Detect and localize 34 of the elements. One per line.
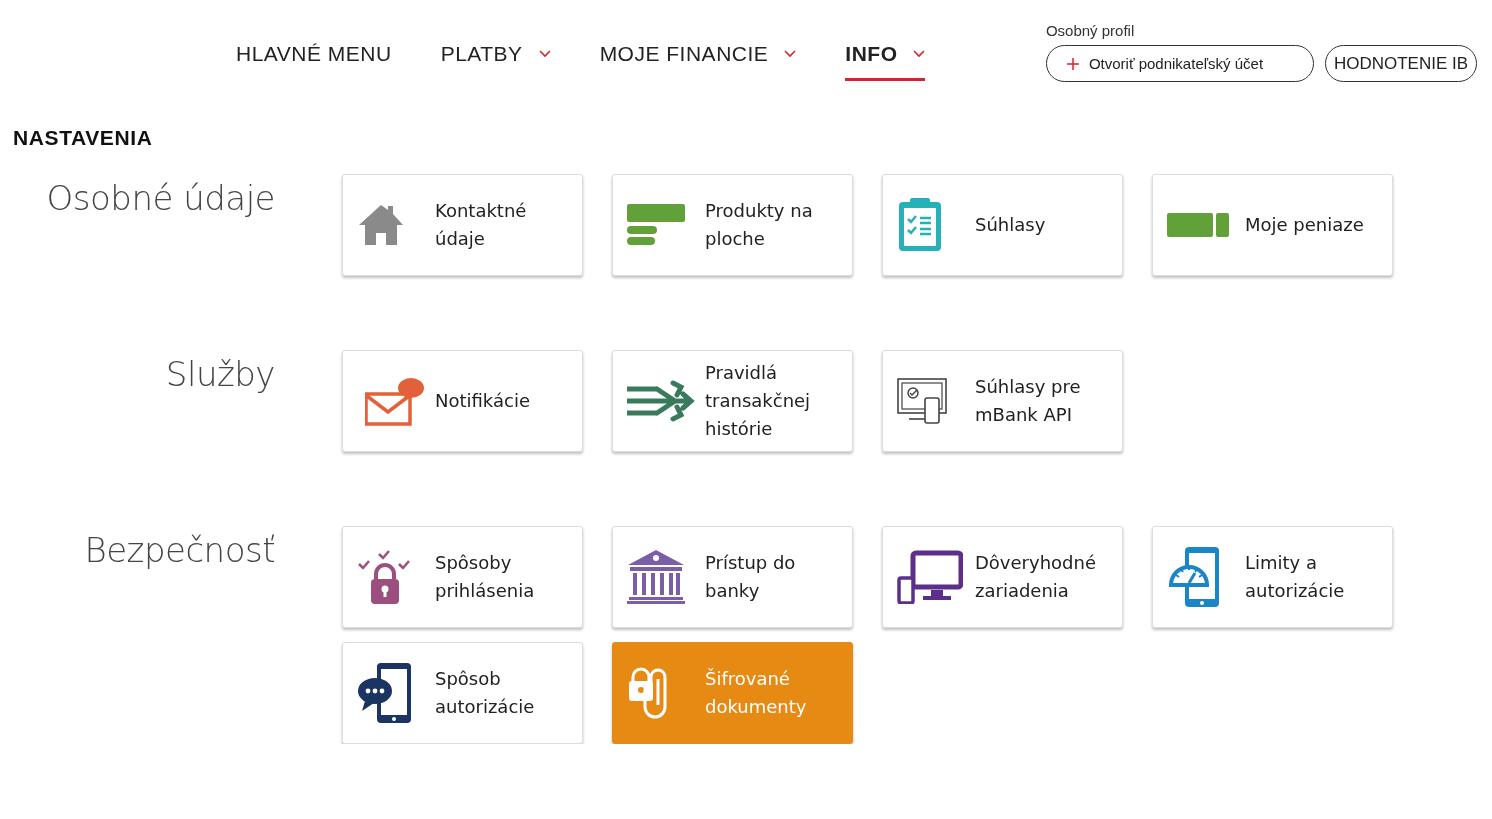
settings-tile[interactable]: Dôveryhodné zariadenia [882, 526, 1123, 628]
settings-tile[interactable]: Spôsoby prihlásenia [342, 526, 583, 628]
section-title: Služby [164, 354, 275, 394]
settings-tile[interactable]: Spôsob autorizácie [342, 642, 583, 744]
section-title: Osobné údaje [45, 178, 275, 218]
nav-tab[interactable]: HLAVNÉ MENU [236, 42, 392, 81]
bars-icon [627, 204, 685, 246]
phone-chat-bubble-icon [357, 661, 413, 725]
nav-tab[interactable]: PLATBY [440, 42, 551, 81]
money-icon [1167, 213, 1229, 237]
section-title: Bezpečnosť [83, 530, 275, 570]
envelope-speech-bubble-icon [365, 376, 425, 426]
settings-tile[interactable]: Prístup do banky [612, 526, 853, 628]
profile-label: Osobný profil [1045, 22, 1136, 39]
settings-tile[interactable]: Produkty na ploche [612, 174, 853, 276]
house-icon [357, 203, 405, 247]
settings-tile[interactable]: Moje peniaze [1152, 174, 1393, 276]
settings-tile[interactable]: Súhlasy [882, 174, 1123, 276]
devices-icon [897, 378, 949, 424]
settings-tile[interactable]: Notifikácie [342, 350, 583, 452]
clipboard-icon [897, 197, 943, 253]
monitor-phone-icon [897, 550, 963, 604]
page-title: NASTAVENIA [13, 126, 154, 150]
settings-tile[interactable]: Kontaktné údaje [342, 174, 583, 276]
open-account-button[interactable]: Otvoriť podnikateľský účet [1045, 45, 1314, 82]
rating-button[interactable]: HODNOTENIE IB [1324, 45, 1477, 82]
nav-tab[interactable]: INFO [845, 42, 926, 81]
plus-icon [1066, 57, 1079, 70]
settings-tile[interactable]: Súhlasy pre mBank API [882, 350, 1123, 452]
bank-building-icon [627, 549, 685, 605]
arrows-icon [627, 380, 695, 422]
settings-tile[interactable]: Pravidlá transakčnej histórie [612, 350, 853, 452]
nav-tab[interactable]: MOJE FINANCIE [599, 42, 797, 81]
settings-tile[interactable]: Limity a autorizácie [1152, 526, 1393, 628]
